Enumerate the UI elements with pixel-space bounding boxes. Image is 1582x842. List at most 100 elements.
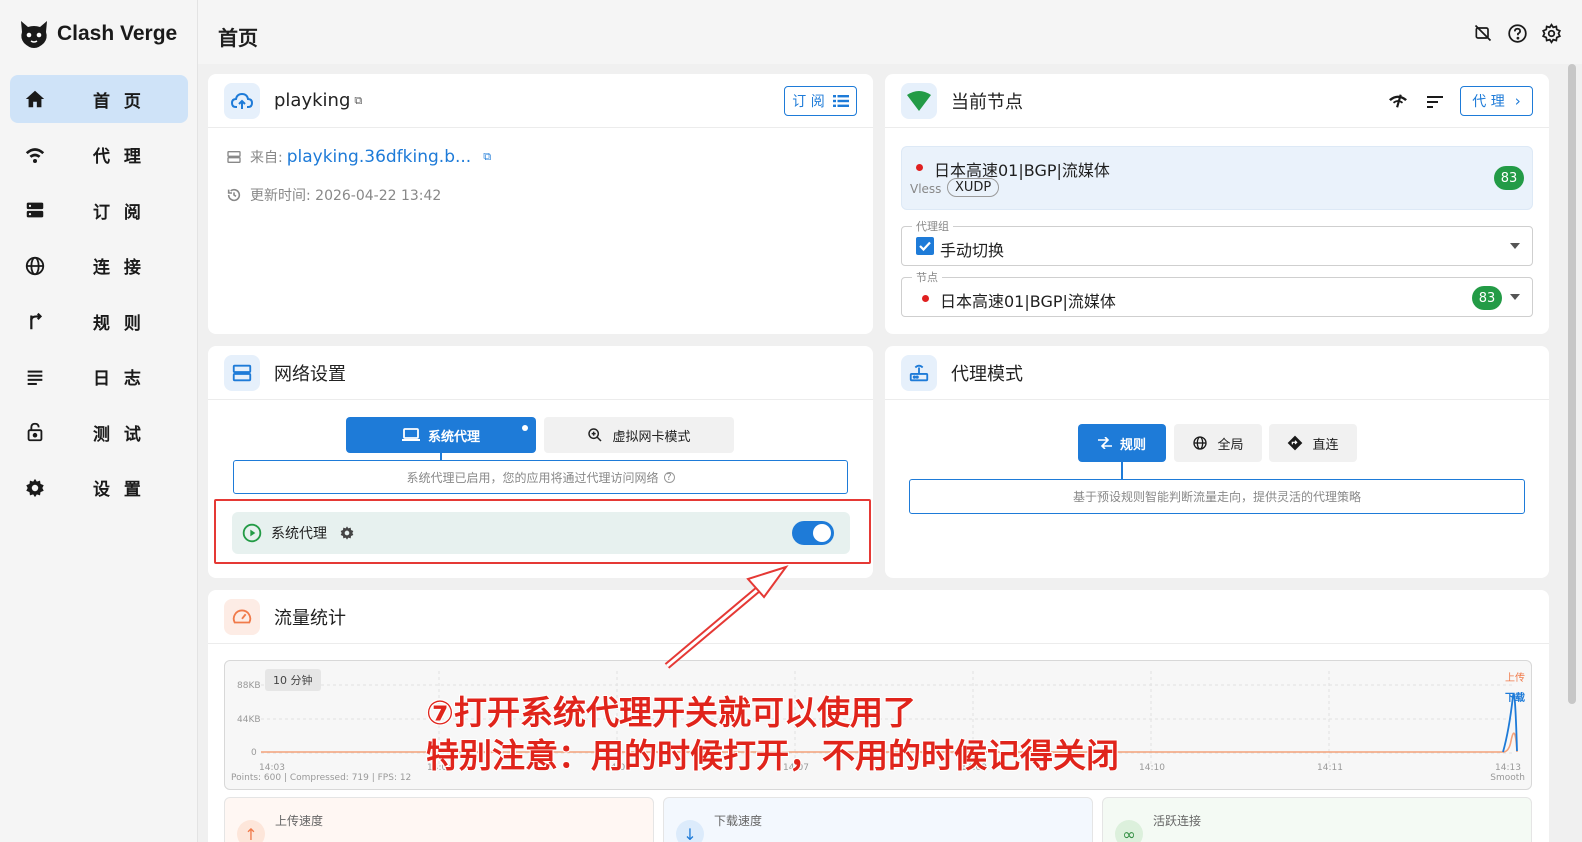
time-range-chip[interactable]: 10 分钟 <box>265 669 321 691</box>
tab-tun-mode[interactable]: 虚拟网卡模式 <box>544 417 734 453</box>
active-connections-label: 活跃连接 <box>1153 814 1202 828</box>
legend-upload[interactable]: 上传 <box>1505 669 1525 684</box>
gear-icon <box>10 477 60 499</box>
updated-time: 更新时间: 2026-04-22 13:42 <box>250 188 442 204</box>
mode-direct-button[interactable]: 直连 <box>1269 424 1357 462</box>
history-icon <box>227 188 241 202</box>
source-url-link[interactable]: playking.36dfking.b... <box>287 147 471 167</box>
globe-icon <box>10 255 60 277</box>
cat-logo-icon <box>21 21 47 48</box>
mode-global-button[interactable]: 全局 <box>1174 424 1262 462</box>
unlink-icon[interactable] <box>1472 22 1494 44</box>
annotation-highlight-box <box>214 499 871 564</box>
sort-icon[interactable] <box>1427 94 1445 113</box>
direction-icon <box>1288 435 1303 451</box>
download-speed-card: ↓ 下载速度 <box>663 797 1093 842</box>
top-actions <box>1472 22 1562 44</box>
sidebar: Clash Verge 首 页 代 理 订 阅 连 接 规 则 日 志 测 试 … <box>0 0 198 842</box>
cloud-upload-icon <box>224 82 260 119</box>
storage-icon <box>224 354 260 391</box>
globe-icon <box>1193 436 1208 450</box>
sidebar-item-proxy[interactable]: 代 理 <box>10 131 188 179</box>
router-icon <box>901 354 937 391</box>
sidebar-item-label: 设 置 <box>93 480 145 500</box>
arrow-down-icon: ↓ <box>676 820 704 842</box>
sidebar-item-label: 订 阅 <box>93 202 145 223</box>
x-label: 14:03 <box>259 763 285 773</box>
list-icon <box>832 95 849 107</box>
sidebar-item-label: 测 试 <box>93 424 145 445</box>
sidebar-item-test[interactable]: 测 试 <box>10 408 188 456</box>
signal-icon <box>901 82 937 119</box>
upload-speed-label: 上传速度 <box>275 814 324 828</box>
external-link-icon[interactable]: ⧉ <box>483 150 491 164</box>
arrow-up-icon: ↑ <box>237 820 265 842</box>
mode-rule-button[interactable]: 规则 <box>1078 424 1166 462</box>
profile-card: playking ⧉ 订 阅 来自: playking.36dfking.b..… <box>208 74 873 334</box>
y-label-top: 88KB <box>237 681 261 691</box>
sidebar-item-label: 连 接 <box>93 258 145 278</box>
latency-badge: 83 <box>1494 166 1524 190</box>
sidebar-item-connections[interactable]: 连 接 <box>10 242 188 290</box>
node-select-value: 日本高速01|BGP|流媒体 <box>940 292 1116 311</box>
tab-connector <box>440 452 442 460</box>
source-label: 来自: <box>250 150 283 166</box>
chart-stats-footer: Points: 600 | Compressed: 719 | FPS: 12 <box>231 773 412 783</box>
current-node-title: 当前节点 <box>951 91 1023 113</box>
profile-updated-row: 更新时间: 2026-04-22 13:42 <box>226 185 441 205</box>
legend-download[interactable]: 下载 <box>1505 689 1525 704</box>
node-select[interactable]: 节点 日本高速01|BGP|流媒体 83 <box>901 269 1533 317</box>
annotation-line-2: 特别注意：用的时候打开，不用的时候记得关闭 <box>425 735 1120 776</box>
network-settings-title: 网络设置 <box>274 363 346 385</box>
speedometer-icon <box>224 598 260 635</box>
active-connections-card: ∞ 活跃连接 <box>1102 797 1532 842</box>
network-settings-header: 网络设置 <box>208 346 873 400</box>
tab-system-proxy-label: 系统代理 <box>427 429 480 445</box>
sidebar-item-home[interactable]: 首 页 <box>10 75 188 123</box>
chevron-down-icon <box>1510 294 1520 300</box>
page-title: 首页 <box>218 26 258 50</box>
proxy-mode-title: 代理模式 <box>951 363 1023 385</box>
sidebar-item-subscriptions[interactable]: 订 阅 <box>10 186 188 234</box>
x-label: 14:11 <box>1317 763 1343 773</box>
app-name: Clash Verge <box>57 22 178 45</box>
proxy-group-label: 代理组 <box>912 218 953 234</box>
sidebar-item-label: 首 页 <box>93 91 145 112</box>
proxy-mode-header: 代理模式 <box>885 346 1549 400</box>
sidebar-item-rules[interactable]: 规 则 <box>10 297 188 345</box>
x-label: 14:13 <box>1495 763 1521 773</box>
proxy-mode-description: 基于预设规则智能判断流量走向，提供灵活的代理策略 <box>909 479 1525 514</box>
checkbox-icon <box>916 237 934 255</box>
traffic-header: 流量统计 <box>208 590 1549 644</box>
profile-name[interactable]: playking <box>274 90 350 111</box>
external-link-icon[interactable]: ⧉ <box>354 94 362 108</box>
network-description-text: 系统代理已启用，您的应用将通过代理访问网络 <box>406 470 659 485</box>
japan-flag-icon <box>916 164 923 171</box>
current-node-card: 当前节点 代 理 › 日本高速01|BGP|流媒体 Vless XUDP 83 … <box>885 74 1549 334</box>
speed-test-icon[interactable] <box>1387 92 1409 114</box>
proxy-group-select[interactable]: 代理组 手动切换 <box>901 218 1533 266</box>
sidebar-item-label: 日 志 <box>93 369 145 389</box>
profile-card-header: playking ⧉ 订 阅 <box>208 74 873 128</box>
chevron-right-icon: › <box>1514 92 1521 110</box>
scrollbar[interactable] <box>1568 64 1576 704</box>
home-icon <box>10 88 60 110</box>
settings-icon[interactable] <box>1540 22 1562 44</box>
subscribe-button-label: 订 阅 <box>792 94 825 110</box>
help-icon[interactable] <box>1506 22 1528 44</box>
wifi-icon <box>10 144 60 166</box>
go-proxy-button[interactable]: 代 理 › <box>1460 86 1533 116</box>
subscribe-button[interactable]: 订 阅 <box>784 86 857 116</box>
tab-system-proxy[interactable]: 系统代理 <box>346 417 536 453</box>
sidebar-item-settings[interactable]: 设 置 <box>10 464 188 512</box>
help-icon[interactable]: ? <box>663 471 675 483</box>
sidebar-item-logs[interactable]: 日 志 <box>10 353 188 401</box>
download-speed-label: 下载速度 <box>714 814 763 828</box>
sidebar-item-label: 规 则 <box>93 313 145 334</box>
storage-icon <box>227 151 241 163</box>
x-label: 14:10 <box>1139 763 1165 773</box>
mode-global-label: 全局 <box>1217 437 1244 453</box>
current-node-box[interactable]: 日本高速01|BGP|流媒体 Vless XUDP 83 <box>901 146 1533 210</box>
y-label-zero: 0 <box>251 748 257 758</box>
current-node-header: 当前节点 代 理 › <box>885 74 1549 128</box>
